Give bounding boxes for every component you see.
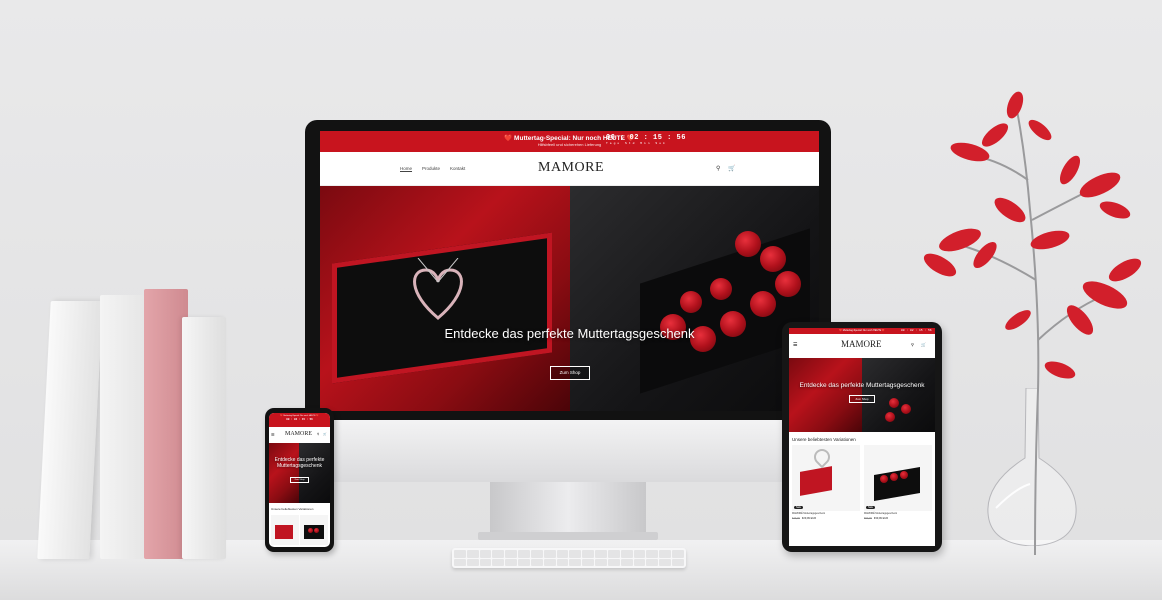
mobile-product-image[interactable] [300, 515, 328, 545]
countdown-timer: 00 : 02 : 15 : 56 Tage Std Min Sek [606, 134, 686, 145]
tablet-hero-cta[interactable]: Zum Shop [849, 395, 875, 403]
imac-stand [490, 482, 646, 534]
imac-stand-foot [478, 532, 658, 540]
mobile-header: ☰ MAMORE ⚲ 🛒 [269, 427, 330, 443]
product-image: Sale [792, 445, 860, 511]
mobile-hero: Entdecke das perfekte Muttertagsgeschenk… [269, 443, 330, 503]
hero-banner: Entdecke das perfekte Muttertagsgeschenk… [320, 186, 819, 411]
desktop-website: ❤️ Muttertag-Special: Nur noch HEUTE ❤️ … [320, 131, 819, 411]
hero-title: Entdecke das perfekte Muttertagsgeschenk [444, 326, 695, 341]
nav-home[interactable]: Home [400, 166, 412, 171]
product-price: €59,99 €39,99 EUR [864, 516, 889, 520]
product-title: MAMORÉ Muttertagsgeschenk [792, 512, 825, 515]
tablet-hero-title: Entdecke das perfekte Muttertagsgeschenk [799, 382, 925, 389]
tablet-section-title: Unsere beliebtesten Variationen [792, 437, 856, 442]
sale-badge: Sale [794, 506, 804, 509]
search-icon[interactable]: ⚲ [911, 342, 914, 347]
nav-kontakt[interactable]: Kontakt [450, 166, 465, 171]
mobile-countdown: 00 : 02 : 15 : 56 [286, 417, 313, 421]
search-icon[interactable]: ⚲ [716, 165, 720, 172]
mobile-product-image[interactable] [271, 515, 299, 545]
product-image: Sale [864, 445, 932, 511]
countdown-time: 00 : 02 : 15 : 56 [606, 134, 686, 142]
promo-subtext: Hilfsbfeell und sicherehen Lieferung [537, 141, 602, 147]
mobile-hero-cta[interactable]: Zum Shop [290, 477, 309, 483]
tablet-logo[interactable]: MAMORE [841, 339, 882, 349]
hero-image-jewelry-box [320, 186, 570, 411]
menu-icon[interactable]: ☰ [793, 342, 797, 348]
nav-produkte[interactable]: Produkte [422, 166, 440, 171]
book-white [100, 295, 144, 559]
product-card[interactable]: Sale MAMORÉ Muttertagsgeschenk €49,99 €29… [792, 445, 860, 545]
mobile-section-title: Unsere beliebtesten Variationen [271, 507, 314, 511]
tablet-hero: Entdecke das perfekte Muttertagsgeschenk… [789, 358, 935, 432]
countdown-units: Tage Std Min Sek [606, 142, 667, 145]
cart-icon[interactable]: 🛒 [921, 342, 926, 347]
cart-icon[interactable]: 🛒 [728, 165, 735, 172]
tablet-header: ☰ MAMORE ⚲ 🛒 [789, 334, 935, 358]
product-price: €49,99 €29,99 EUR [792, 516, 817, 520]
product-title: MAMORÉ Muttertagsgeschenk [864, 512, 897, 515]
mobile-website: ❤️ Muttertag-Special: Nur noch HEUTE ❤️ … [269, 413, 330, 547]
product-card[interactable]: Sale MAMORÉ Muttertagsgeschenk €59,99 €39… [864, 445, 932, 545]
cart-icon[interactable]: 🛒 [323, 432, 327, 436]
site-header: Home Produkte Kontakt MAMORE ⚲ 🛒 [320, 152, 819, 186]
hero-cta-button[interactable]: Zum Shop [550, 366, 590, 380]
mobile-announcement-bar: ❤️ Muttertag-Special: Nur noch HEUTE ❤️ … [269, 413, 330, 427]
sale-badge: Sale [866, 506, 876, 509]
imac-chin [305, 420, 831, 482]
keyboard [452, 548, 686, 568]
search-icon[interactable]: ⚲ [317, 432, 319, 436]
site-logo[interactable]: MAMORE [538, 160, 604, 176]
tablet-website: ❤️ Muttertag-Special: Nur noch HEUTE ❤️ … [789, 328, 935, 546]
menu-icon[interactable]: ☰ [271, 432, 275, 437]
book-white-short [182, 317, 226, 559]
header-icons: ⚲ 🛒 [716, 165, 736, 172]
mobile-hero-title: Entdecke das perfekte Muttertagsgeschenk [274, 457, 325, 469]
main-nav: Home Produkte Kontakt [400, 166, 465, 171]
announcement-bar: ❤️ Muttertag-Special: Nur noch HEUTE ❤️ … [320, 131, 819, 152]
mobile-logo[interactable]: MAMORE [285, 431, 312, 437]
